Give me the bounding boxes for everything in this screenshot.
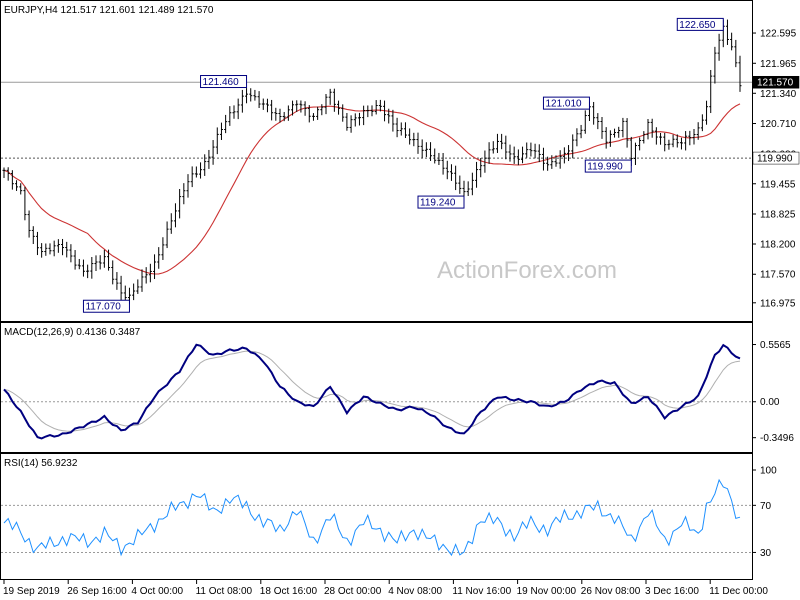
rsi-panel-frame	[0, 453, 753, 580]
price-tick-label: 118.200	[760, 240, 796, 251]
date-tick-label: 4 Oct 00:00	[131, 586, 183, 597]
price-level-tag-label: 121.570	[757, 78, 794, 89]
macd-panel-frame	[0, 322, 753, 453]
annotation-label: 121.010	[545, 99, 582, 110]
price-tick-label: 120.710	[760, 119, 797, 130]
rsi-tick-label: 70	[760, 501, 772, 512]
date-tick-label: 26 Sep 16:00	[67, 586, 127, 597]
price-tick-label: 122.595	[760, 29, 797, 40]
date-tick-label: 11 Oct 08:00	[196, 586, 253, 597]
chart-canvas: ActionForex.com 122.650 121.460 121.010 119…	[0, 0, 800, 597]
macd-tick-label: 0.5565	[760, 340, 791, 351]
date-tick-label: 11 Nov 16:00	[452, 586, 511, 597]
annotation-label: 119.990	[587, 162, 623, 173]
price-tick-label: 118.825	[760, 210, 796, 221]
date-tick-label: 18 Oct 16:00	[260, 586, 318, 597]
macd-tick-label: -0.3496	[760, 433, 794, 444]
macd-panel-title: MACD(12,26,9) 0.4136 0.3487	[4, 327, 141, 338]
watermark: ActionForex.com	[437, 257, 617, 284]
date-tick-label: 26 Nov 08:00	[581, 586, 641, 597]
price-tick-label: 121.340	[760, 89, 797, 100]
annotation-label: 122.650	[679, 20, 716, 31]
rsi-tick-label: 100	[760, 466, 777, 477]
annotation-label: 117.070	[85, 302, 121, 313]
macd-tick-label: 0.00	[760, 397, 780, 408]
annotation-label: 119.240	[420, 198, 456, 209]
date-tick-label: 11 Dec 00:00	[709, 586, 768, 597]
price-tick-label: 116.975	[760, 298, 796, 309]
rsi-panel-title: RSI(14) 56.9232	[4, 458, 78, 469]
price-tick-label: 119.455	[760, 179, 796, 190]
price-panel-title: EURJPY,H4 121.517 121.601 121.489 121.57…	[4, 5, 214, 16]
date-tick-label: 4 Nov 08:00	[388, 586, 442, 597]
date-tick-label: 28 Oct 00:00	[324, 586, 382, 597]
price-tick-label: 117.570	[760, 270, 796, 281]
date-tick-label: 19 Sep 2019	[3, 586, 60, 597]
price-panel-frame	[0, 0, 753, 322]
annotation-label: 121.460	[203, 77, 240, 88]
date-tick-label: 3 Dec 16:00	[645, 586, 699, 597]
rsi-tick-label: 30	[760, 548, 772, 559]
price-level-tag-label: 119.990	[757, 154, 793, 165]
price-tick-label: 121.965	[760, 59, 797, 70]
date-tick-label: 19 Nov 00:00	[517, 586, 577, 597]
